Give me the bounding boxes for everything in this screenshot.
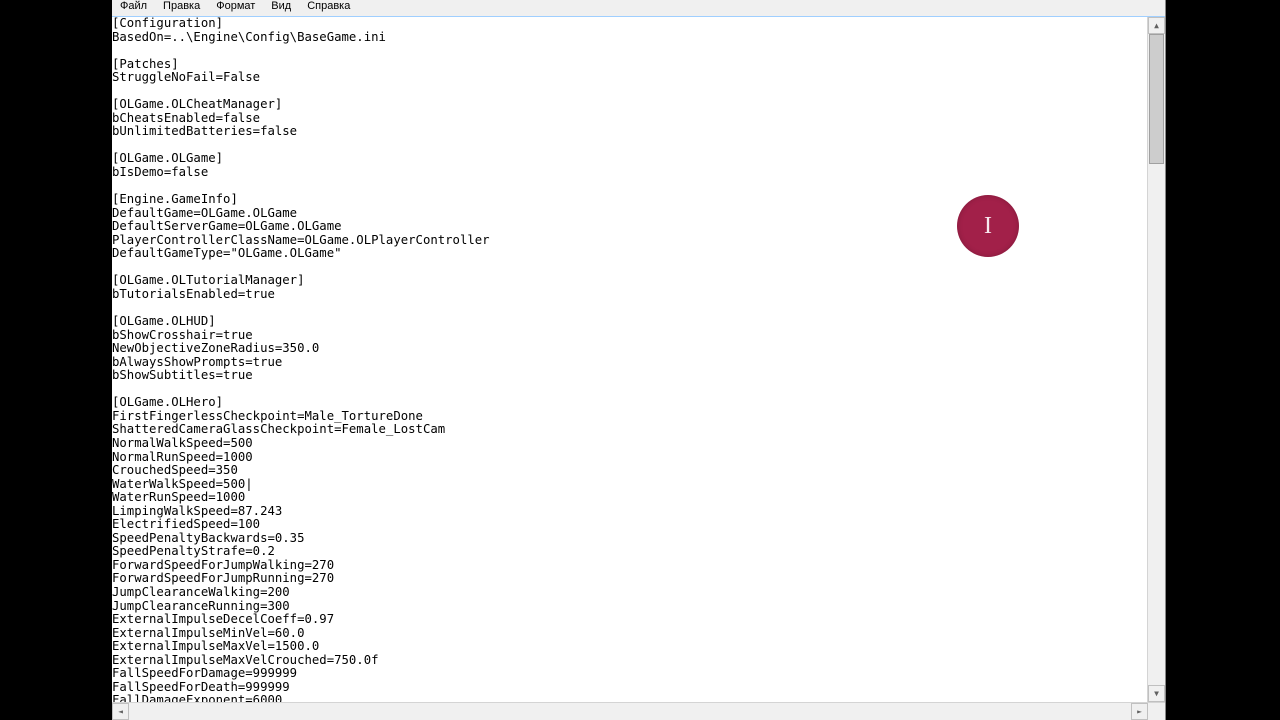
horizontal-scrollbar[interactable]: ◄ ► (112, 702, 1165, 720)
menu-file[interactable]: Файл (112, 0, 155, 14)
cursor-indicator-badge: I (957, 195, 1019, 257)
scroll-thumb[interactable] (1149, 34, 1164, 164)
menu-edit[interactable]: Правка (155, 0, 208, 14)
vertical-scrollbar[interactable]: ▲ ▼ (1147, 17, 1165, 702)
scrollbar-corner (1148, 703, 1165, 720)
scroll-left-arrow-icon[interactable]: ◄ (112, 703, 129, 720)
scroll-right-arrow-icon[interactable]: ► (1131, 703, 1148, 720)
editor-textarea[interactable]: [Configuration] BasedOn=..\Engine\Config… (112, 17, 1147, 702)
cursor-indicator-label: I (984, 213, 992, 240)
scroll-down-arrow-icon[interactable]: ▼ (1148, 685, 1165, 702)
notepad-window: Файл Правка Формат Вид Справка [Configur… (112, 0, 1166, 720)
editor-wrap: [Configuration] BasedOn=..\Engine\Config… (112, 17, 1165, 702)
menu-format[interactable]: Формат (208, 0, 263, 14)
menubar: Файл Правка Формат Вид Справка (112, 0, 1165, 17)
scroll-up-arrow-icon[interactable]: ▲ (1148, 17, 1165, 34)
menu-help[interactable]: Справка (299, 0, 358, 14)
menu-view[interactable]: Вид (263, 0, 299, 14)
